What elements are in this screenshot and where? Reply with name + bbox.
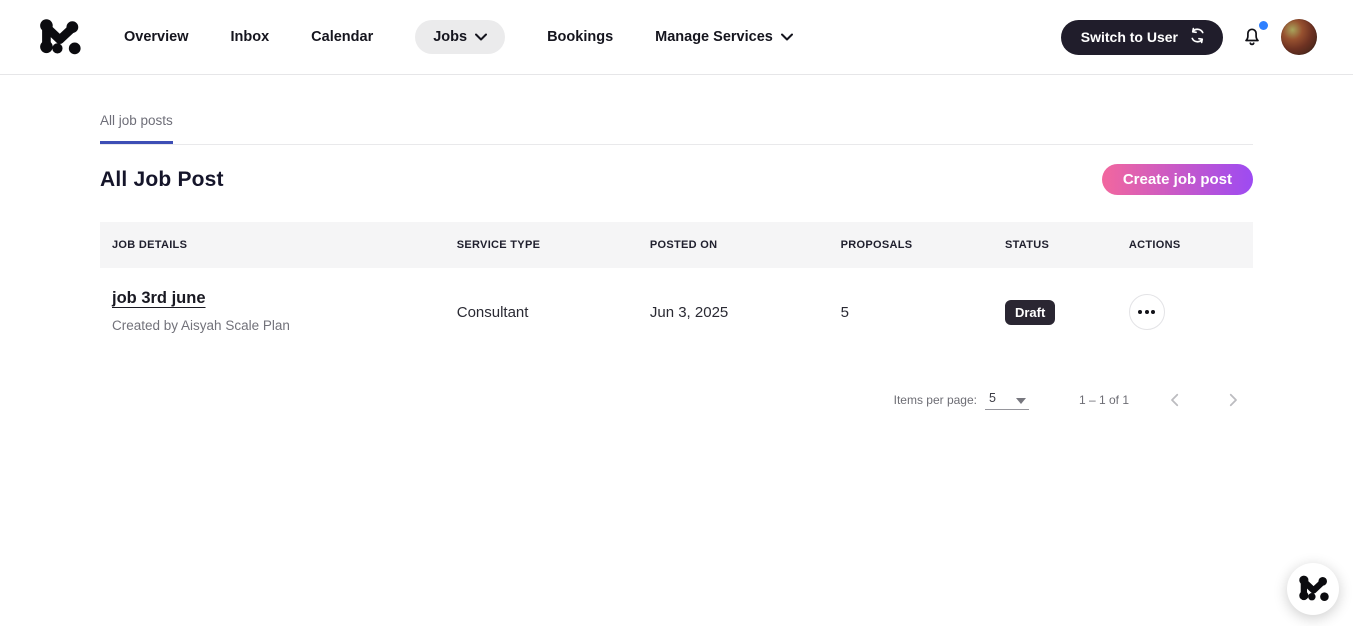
col-job-details: JOB DETAILS — [112, 239, 188, 251]
chevron-left-icon — [1166, 391, 1184, 409]
chevron-right-icon — [1224, 391, 1242, 409]
job-created-by: Created by Aisyah Scale Plan — [112, 318, 290, 333]
col-status: STATUS — [1004, 239, 1050, 251]
nav-manage-services-label: Manage Services — [655, 29, 773, 45]
top-navbar: Overview Inbox Calendar Jobs Bookings Ma… — [0, 0, 1353, 75]
status-badge: Draft — [1004, 299, 1056, 325]
pagination: Items per page: 5 1 – 1 of 1 — [100, 388, 1253, 412]
col-actions: ACTIONS — [1128, 239, 1181, 251]
items-per-page-label: Items per page: — [893, 393, 977, 407]
brand-logo[interactable] — [36, 14, 82, 60]
chevron-down-icon — [780, 33, 793, 41]
job-title-link[interactable]: job 3rd june — [112, 289, 206, 308]
nav-inbox[interactable]: Inbox — [231, 29, 270, 45]
proposals-cell: 5 — [840, 303, 850, 321]
col-proposals: PROPOSALS — [840, 239, 913, 251]
status-cell: Draft — [993, 299, 1117, 325]
nav-manage-services[interactable]: Manage Services — [655, 29, 793, 45]
nav-overview[interactable]: Overview — [124, 29, 189, 45]
caret-down-icon — [1015, 397, 1026, 404]
create-job-post-button[interactable]: Create job post — [1101, 164, 1253, 195]
job-details-cell: job 3rd june Created by Aisyah Scale Pla… — [100, 268, 445, 333]
actions-cell — [1117, 294, 1253, 330]
col-posted-on: POSTED ON — [649, 239, 718, 251]
topbar-right: Switch to User — [1060, 19, 1317, 55]
tab-all-job-posts[interactable]: All job posts — [100, 113, 173, 144]
nav-jobs[interactable]: Jobs — [415, 20, 506, 54]
nav-bookings[interactable]: Bookings — [547, 29, 613, 45]
chevron-down-icon — [475, 33, 488, 41]
chat-widget-button[interactable] — [1287, 563, 1339, 615]
ellipsis-icon — [1138, 310, 1156, 314]
page-title: All Job Post — [100, 167, 224, 191]
items-per-page-select[interactable]: 5 — [985, 391, 1029, 410]
page-range-label: 1 – 1 of 1 — [1078, 393, 1129, 407]
m-logo-icon — [1297, 571, 1329, 608]
main-content: All job posts All Job Post Create job po… — [100, 113, 1253, 412]
m-logo-icon — [37, 13, 81, 62]
items-per-page-value: 5 — [989, 390, 996, 405]
nav-jobs-label: Jobs — [433, 29, 468, 45]
table-row: job 3rd june Created by Aisyah Scale Pla… — [100, 268, 1253, 356]
previous-page-button[interactable] — [1163, 388, 1187, 412]
nav-calendar[interactable]: Calendar — [311, 29, 373, 45]
table-header-row: JOB DETAILS SERVICE TYPE POSTED ON PROPO… — [100, 222, 1253, 268]
switch-to-user-button[interactable]: Switch to User — [1060, 19, 1223, 55]
notifications-button[interactable] — [1239, 21, 1268, 50]
col-service-type: SERVICE TYPE — [456, 239, 541, 251]
posted-on-cell: Jun 3, 2025 — [649, 303, 729, 321]
page-head: All Job Post Create job post — [100, 164, 1253, 195]
main-nav: Overview Inbox Calendar Jobs Bookings Ma… — [124, 20, 793, 54]
jobs-table: JOB DETAILS SERVICE TYPE POSTED ON PROPO… — [100, 222, 1253, 356]
sync-icon — [1188, 26, 1207, 48]
next-page-button[interactable] — [1221, 388, 1245, 412]
service-type-cell: Consultant — [456, 303, 529, 321]
notification-dot — [1259, 21, 1268, 30]
switch-to-user-label: Switch to User — [1080, 29, 1178, 45]
user-avatar[interactable] — [1281, 19, 1317, 55]
row-actions-button[interactable] — [1128, 294, 1165, 330]
tabs-bar: All job posts — [100, 113, 1253, 145]
